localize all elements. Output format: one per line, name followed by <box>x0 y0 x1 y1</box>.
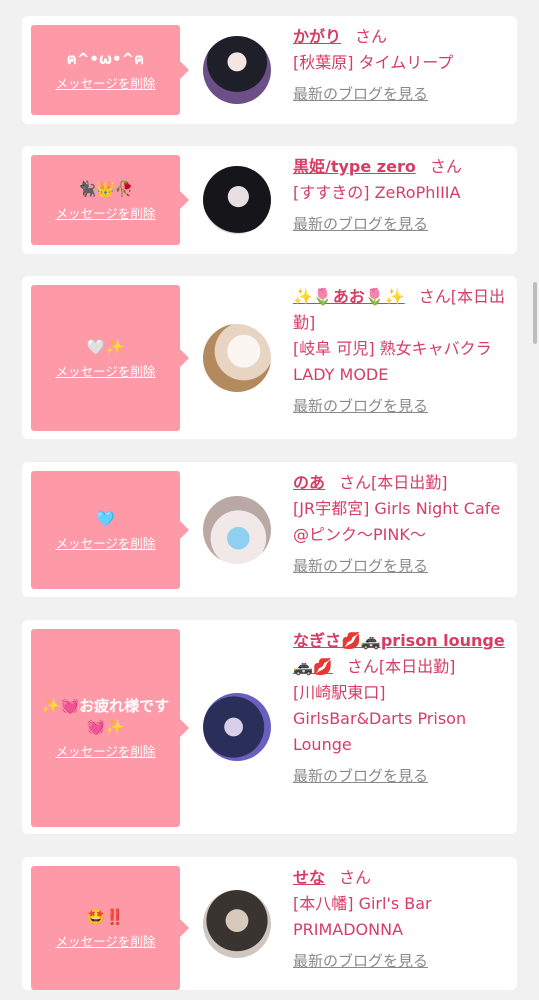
shop-name: [本八幡] Girl's Bar PRIMADONNA <box>293 894 432 939</box>
card-info: ✨🌷あお🌷✨ さん[本日出勤] [岐阜 可児] 熟女キャバクラ LADY MODE… <box>293 284 505 416</box>
delete-message-link[interactable]: メッセージを削除 <box>56 536 156 552</box>
shop-name: [秋葉原] タイムリープ <box>293 53 454 72</box>
avatar[interactable] <box>203 890 271 958</box>
message-bubble: 🤍✨ メッセージを削除 <box>31 285 189 431</box>
latest-blog-link[interactable]: 最新のブログを見る <box>293 214 428 234</box>
cast-name-link[interactable]: のあ <box>293 473 325 492</box>
message-card: 🐈‍⬛👑🥀 メッセージを削除 黒姫/type zero さん [すすきの] ZeR… <box>22 146 517 254</box>
name-line: のあ さん[本日出勤] <box>293 470 505 496</box>
card-info: のあ さん[本日出勤] [JR宇都宮] Girls Night Cafe @ピンク… <box>293 470 505 576</box>
message-card: ฅ^•ω•^ฅ メッセージを削除 かがり さん [秋葉原] タイムリープ 最新のブ… <box>22 16 517 124</box>
delete-message-link[interactable]: メッセージを削除 <box>56 206 156 222</box>
latest-blog-link[interactable]: 最新のブログを見る <box>293 766 428 786</box>
message-bubble: 🤩‼️ メッセージを削除 <box>31 866 189 990</box>
message-text: ✨💓お疲れ様です💓✨ <box>41 697 170 736</box>
name-line: 黒姫/type zero さん <box>293 154 505 180</box>
name-suffix: さん[本日出勤] <box>346 657 456 676</box>
avatar[interactable] <box>203 324 271 392</box>
message-text: 🤩‼️ <box>86 907 125 926</box>
cast-name-link[interactable]: 黒姫/type zero <box>293 157 416 176</box>
latest-blog-link[interactable]: 最新のブログを見る <box>293 396 428 416</box>
message-text: 🩵 <box>96 509 115 528</box>
message-text: 🐈‍⬛👑🥀 <box>77 179 134 198</box>
shop-name: [すすきの] ZeRoPhIIIA <box>293 183 461 202</box>
avatar[interactable] <box>203 496 271 564</box>
message-card: ✨💓お疲れ様です💓✨ メッセージを削除 なぎさ💋🚓prison lounge🚓💋… <box>22 620 517 834</box>
avatar[interactable] <box>203 693 271 761</box>
name-line: かがり さん <box>293 24 505 50</box>
name-suffix: さん[本日出勤] <box>339 473 448 492</box>
name-line: なぎさ💋🚓prison lounge🚓💋 さん[本日出勤] <box>293 628 505 680</box>
latest-blog-link[interactable]: 最新のブログを見る <box>293 84 428 104</box>
scrollbar[interactable] <box>533 282 537 344</box>
message-bubble: 🩵 メッセージを削除 <box>31 471 189 589</box>
latest-blog-link[interactable]: 最新のブログを見る <box>293 951 428 971</box>
name-line: せな さん <box>293 865 505 891</box>
message-card: 🤍✨ メッセージを削除 ✨🌷あお🌷✨ さん[本日出勤] [岐阜 可児] 熟女キャバ… <box>22 276 517 439</box>
message-bubble: ✨💓お疲れ様です💓✨ メッセージを削除 <box>31 629 189 827</box>
card-info: なぎさ💋🚓prison lounge🚓💋 さん[本日出勤] [川崎駅東口] Gir… <box>293 628 505 786</box>
delete-message-link[interactable]: メッセージを削除 <box>56 934 156 950</box>
avatar[interactable] <box>203 36 271 104</box>
name-line: ✨🌷あお🌷✨ さん[本日出勤] <box>293 284 505 336</box>
delete-message-link[interactable]: メッセージを削除 <box>56 744 156 760</box>
avatar[interactable] <box>203 166 271 234</box>
name-suffix: さん <box>355 27 388 46</box>
message-text: ฅ^•ω•^ฅ <box>66 49 145 68</box>
message-card: 🩵 メッセージを削除 のあ さん[本日出勤] [JR宇都宮] Girls Nigh… <box>22 462 517 597</box>
message-bubble: 🐈‍⬛👑🥀 メッセージを削除 <box>31 155 189 245</box>
message-card: 🤩‼️ メッセージを削除 せな さん [本八幡] Girl's Bar PRIMA… <box>22 857 517 990</box>
card-info: かがり さん [秋葉原] タイムリープ 最新のブログを見る <box>293 24 505 104</box>
shop-name: [岐阜 可児] 熟女キャバクラ LADY MODE <box>293 339 492 384</box>
shop-name: [川崎駅東口] GirlsBar&Darts Prison Lounge <box>293 683 467 754</box>
shop-name: [JR宇都宮] Girls Night Cafe @ピンク〜PINK〜 <box>293 499 501 544</box>
name-suffix: さん <box>429 157 462 176</box>
message-bubble: ฅ^•ω•^ฅ メッセージを削除 <box>31 25 189 115</box>
delete-message-link[interactable]: メッセージを削除 <box>56 76 156 92</box>
cast-name-link[interactable]: せな <box>293 868 325 887</box>
card-info: 黒姫/type zero さん [すすきの] ZeRoPhIIIA 最新のブログを… <box>293 154 505 234</box>
message-text: 🤍✨ <box>86 337 125 356</box>
cast-name-link[interactable]: かがり <box>293 27 341 46</box>
cast-name-link[interactable]: ✨🌷あお🌷✨ <box>293 287 405 306</box>
name-suffix: さん <box>339 868 372 887</box>
delete-message-link[interactable]: メッセージを削除 <box>56 364 156 380</box>
latest-blog-link[interactable]: 最新のブログを見る <box>293 556 428 576</box>
card-info: せな さん [本八幡] Girl's Bar PRIMADONNA 最新のブログを… <box>293 865 505 971</box>
